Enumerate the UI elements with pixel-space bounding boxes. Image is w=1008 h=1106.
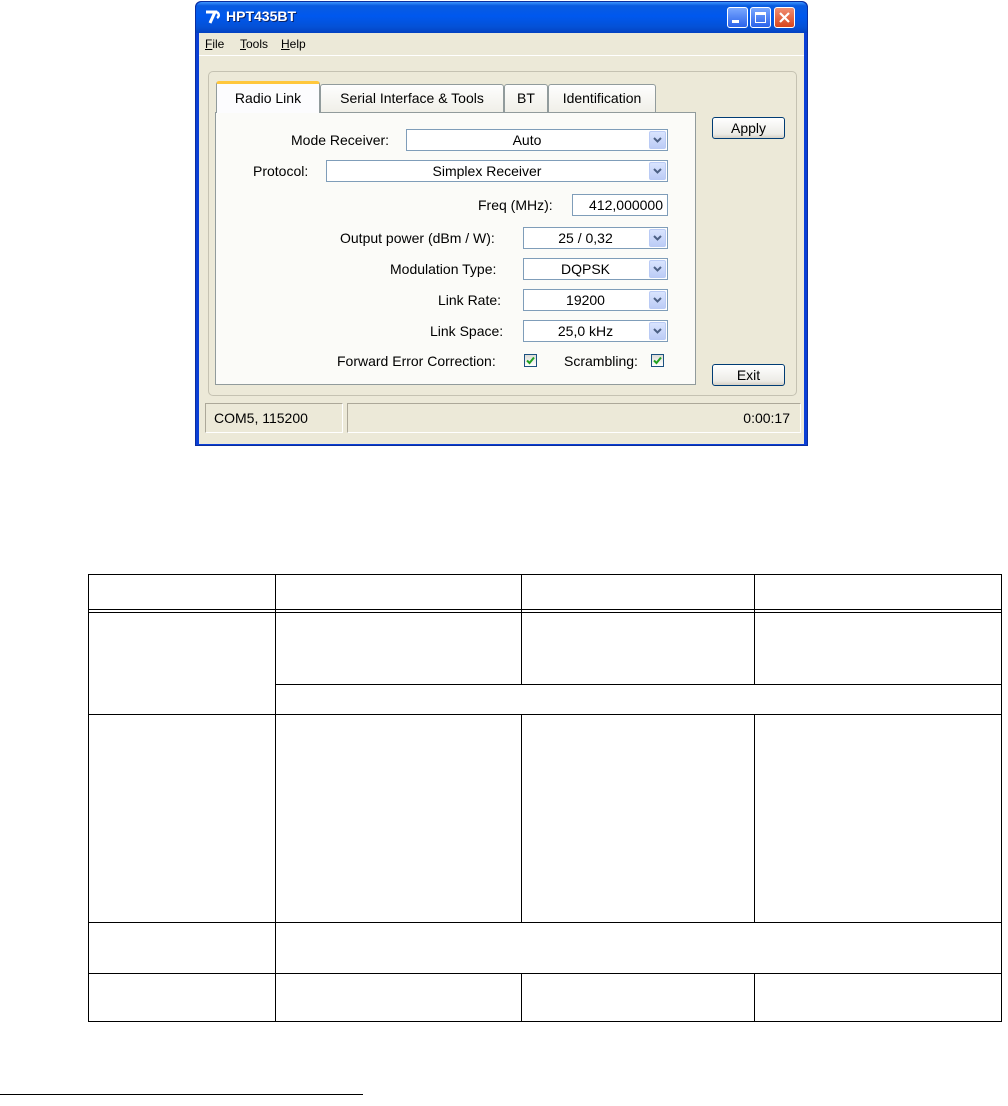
fec-checkbox[interactable]: [524, 354, 537, 367]
modulation-type-select[interactable]: DQPSK: [523, 258, 668, 280]
apply-button[interactable]: Apply: [712, 117, 785, 139]
window-title: HPT435BT: [226, 8, 297, 24]
elapsed-time: 0:00:17: [743, 410, 790, 426]
status-elapsed: 0:00:17: [347, 403, 801, 433]
maximize-icon: [755, 12, 766, 23]
link-space-value: 25,0 kHz: [557, 323, 614, 339]
chevron-down-icon[interactable]: [649, 291, 666, 309]
menu-help[interactable]: Help: [281, 37, 306, 51]
output-power-label: Output power (dBm / W):: [340, 230, 495, 246]
protocol-select[interactable]: Simplex Receiver: [326, 160, 668, 182]
table-rule: [88, 574, 1002, 575]
close-icon: [779, 12, 790, 23]
table-rule: [521, 973, 522, 1022]
close-button[interactable]: [774, 7, 795, 28]
chevron-down-icon[interactable]: [649, 229, 666, 247]
output-power-value: 25 / 0,32: [558, 230, 613, 246]
app-logo-icon: [203, 8, 223, 26]
table-rule: [88, 574, 89, 1022]
table-rule: [88, 973, 1002, 974]
window-client-area: File Tools Help Radio Link Serial Interf…: [199, 33, 804, 444]
table-rule: [88, 612, 1002, 613]
tab-serial-interface-tools[interactable]: Serial Interface & Tools: [320, 84, 504, 112]
scrambling-checkbox[interactable]: [651, 354, 664, 367]
chevron-down-icon[interactable]: [649, 131, 666, 149]
minimize-icon: [732, 20, 739, 23]
chevron-down-icon[interactable]: [649, 260, 666, 278]
chevron-down-icon[interactable]: [649, 322, 666, 340]
radio-link-panel: Mode Receiver: Auto Protocol: Simplex Re…: [215, 112, 696, 385]
link-space-select[interactable]: 25,0 kHz: [523, 320, 668, 342]
menu-file[interactable]: File: [205, 37, 224, 51]
mode-receiver-label: Mode Receiver:: [291, 132, 390, 148]
fec-label: Forward Error Correction:: [337, 353, 496, 369]
mode-receiver-select[interactable]: Auto: [406, 129, 668, 151]
table-rule: [1001, 574, 1002, 1022]
table-rule: [88, 714, 1002, 715]
link-rate-label: Link Rate:: [438, 292, 502, 308]
table-rule: [88, 609, 1002, 610]
table-rule: [275, 684, 1002, 685]
table-rule: [521, 714, 522, 922]
mode-receiver-value: Auto: [512, 132, 542, 148]
protocol-value: Simplex Receiver: [432, 163, 542, 179]
link-rate-select[interactable]: 19200: [523, 289, 668, 311]
table-rule: [88, 1021, 1002, 1022]
link-space-label: Link Space:: [430, 323, 504, 339]
modulation-type-value: DQPSK: [560, 261, 610, 277]
menu-bar: File Tools Help: [199, 33, 804, 55]
table-rule: [521, 574, 522, 684]
status-port: COM5, 115200: [205, 403, 343, 433]
exit-button[interactable]: Exit: [712, 364, 785, 386]
table-rule: [754, 714, 755, 922]
table-rule: [754, 574, 755, 684]
tab-identification[interactable]: Identification: [548, 84, 656, 112]
menu-tools[interactable]: Tools: [240, 37, 268, 51]
modulation-type-label: Modulation Type:: [390, 261, 497, 277]
table-rule: [754, 973, 755, 1022]
link-rate-value: 19200: [566, 292, 605, 308]
title-bar[interactable]: HPT435BT: [196, 2, 807, 33]
minimize-button[interactable]: [727, 7, 748, 28]
footnote-rule: [0, 1094, 363, 1095]
maximize-button[interactable]: [750, 7, 771, 28]
freq-label: Freq (MHz):: [478, 197, 553, 213]
status-bar: COM5, 115200 0:00:17: [205, 403, 801, 435]
table-rule: [88, 922, 1002, 923]
protocol-label: Protocol:: [253, 163, 309, 179]
chevron-down-icon[interactable]: [649, 162, 666, 180]
menu-separator: [199, 55, 804, 56]
output-power-select[interactable]: 25 / 0,32: [523, 227, 668, 249]
tab-bt[interactable]: BT: [504, 84, 548, 112]
app-window: HPT435BT File Tools Help Radio Link Seri…: [195, 1, 808, 446]
scrambling-label: Scrambling:: [564, 353, 638, 369]
table-rule: [275, 574, 276, 1022]
checkmark-icon: [653, 356, 662, 365]
tab-radio-link[interactable]: Radio Link: [216, 81, 320, 113]
checkmark-icon: [526, 356, 535, 365]
freq-input[interactable]: 412,000000: [572, 194, 668, 216]
